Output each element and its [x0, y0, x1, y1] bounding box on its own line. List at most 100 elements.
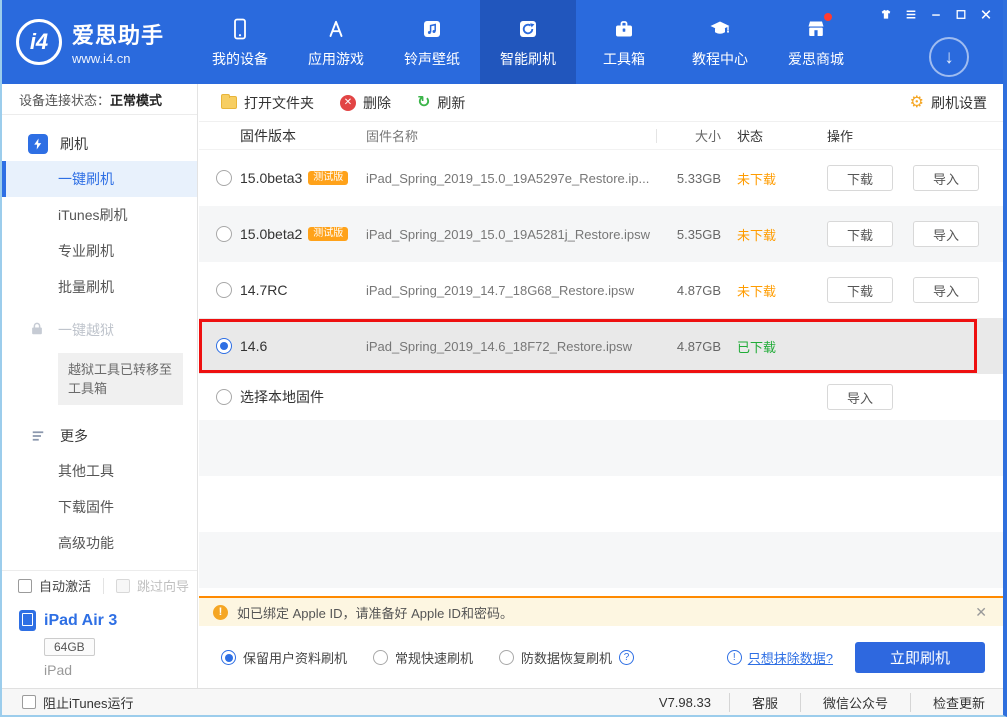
jailbreak-note: 越狱工具已转移至 工具箱	[58, 353, 183, 405]
empty-list-area	[199, 420, 1003, 596]
flash-device-icon	[28, 134, 48, 154]
connection-status-label: 设备连接状态：	[19, 92, 111, 108]
warning-icon: !	[213, 604, 228, 620]
firmware-radio[interactable]	[216, 170, 232, 186]
local-firmware-radio[interactable]	[216, 389, 232, 405]
download-button[interactable]: 下载	[827, 221, 893, 247]
notice-close-icon[interactable]: ✕	[973, 604, 989, 621]
col-operation: 操作	[827, 129, 854, 144]
import-button[interactable]: 导入	[913, 277, 979, 303]
firmware-status: 未下载	[737, 171, 777, 187]
notice-text: 如已绑定 Apple ID，请准备好 Apple ID和密码。	[237, 605, 513, 621]
radio-dot	[221, 649, 236, 665]
nav-apps-games[interactable]: 应用游戏	[288, 0, 384, 84]
apple-id-notice: ! 如已绑定 Apple ID，请准备好 Apple ID和密码。 ✕	[199, 596, 1003, 626]
refresh-icon: ↻	[417, 93, 431, 111]
help-icon[interactable]: ?	[619, 649, 635, 665]
download-arrow-icon: ↓	[944, 46, 954, 68]
sidebar-menu: 刷机 一键刷机 iTunes刷机 专业刷机 批量刷机 一键越狱 越狱工具已转移至…	[2, 115, 197, 570]
device-capacity-badge: 64GB	[44, 638, 95, 656]
menu-icon[interactable]	[902, 6, 920, 22]
local-firmware-row[interactable]: 选择本地固件 导入	[199, 374, 1003, 420]
maximize-icon[interactable]	[952, 6, 970, 22]
import-button[interactable]: 导入	[913, 165, 979, 191]
app-logo: i4 爱思助手 www.i4.cn	[2, 0, 192, 84]
sidebar-item-other-tools[interactable]: 其他工具	[2, 453, 197, 489]
flash-settings-label: 刷机设置	[931, 94, 987, 111]
block-itunes-checkbox[interactable]	[22, 695, 36, 709]
nav-ringtones-wallpapers[interactable]: 铃声壁纸	[384, 0, 480, 84]
firmware-radio[interactable]	[216, 226, 232, 242]
flash-now-button[interactable]: 立即刷机	[855, 641, 985, 673]
firmware-radio-selected[interactable]	[216, 338, 232, 354]
smart-flash-icon	[515, 16, 541, 42]
col-firmware-name: 固件名称	[366, 129, 419, 144]
i4-logo-icon: i4	[16, 19, 62, 65]
sidebar-item-pro-flash[interactable]: 专业刷机	[2, 233, 197, 269]
close-icon[interactable]	[977, 6, 995, 22]
nav-i4-mall[interactable]: 爱思商城	[768, 0, 864, 84]
flash-options-bar: 保留用户资料刷机 常规快速刷机 防数据恢复刷机 ? ! 只想抹除数据? 立即刷机	[199, 626, 1003, 688]
minimize-icon[interactable]	[927, 6, 945, 22]
local-firmware-label: 选择本地固件	[240, 389, 324, 405]
download-button[interactable]: 下载	[827, 165, 893, 191]
sidebar-item-advanced-features[interactable]: 高级功能	[2, 525, 197, 561]
brand-name: 爱思助手	[72, 23, 165, 48]
radio-regular-fast-flash[interactable]: 常规快速刷机	[373, 648, 473, 667]
device-model: iPad	[44, 662, 73, 678]
nav-toolbox[interactable]: 工具箱	[576, 0, 672, 84]
delete-button[interactable]: ✕ 删除	[340, 93, 391, 113]
firmware-name: iPad_Spring_2019_15.0_19A5281j_Restore.i…	[366, 226, 651, 242]
sidebar-section-flash[interactable]: 刷机	[2, 127, 197, 161]
radio-anti-recovery-flash[interactable]: 防数据恢复刷机 ?	[499, 648, 635, 667]
skip-wizard-checkbox[interactable]	[116, 578, 131, 593]
sidebar-item-batch-flash[interactable]: 批量刷机	[2, 269, 197, 305]
beta-badge: 测试版	[308, 227, 349, 241]
erase-data-link[interactable]: ! 只想抹除数据?	[726, 648, 833, 667]
auto-activate-label: 自动激活	[39, 579, 92, 594]
sidebar-item-one-click-flash[interactable]: 一键刷机	[2, 161, 197, 197]
download-button[interactable]: 下载	[827, 277, 893, 303]
logo-mark-text: i4	[29, 29, 49, 54]
import-button[interactable]: 导入	[827, 384, 893, 410]
firmware-row[interactable]: 14.7RC iPad_Spring_2019_14.7_18G68_Resto…	[199, 262, 1003, 318]
nav-label: 工具箱	[603, 50, 645, 67]
nav-label: 教程中心	[692, 50, 748, 67]
firmware-size: 4.87GB	[676, 338, 721, 354]
firmware-row[interactable]: 15.0beta2 测试版 iPad_Spring_2019_15.0_19A52…	[199, 206, 1003, 262]
customer-service-link[interactable]: 客服	[728, 692, 800, 712]
refresh-button[interactable]: ↻ 刷新	[417, 93, 465, 113]
download-manager-button[interactable]: ↓	[929, 37, 969, 77]
firmware-radio[interactable]	[216, 282, 232, 298]
wechat-official-link[interactable]: 微信公众号	[799, 692, 910, 712]
lock-icon	[28, 320, 46, 341]
sidebar-section-label: 刷机	[60, 136, 88, 152]
divider	[103, 577, 105, 594]
import-button[interactable]: 导入	[913, 221, 979, 247]
nav-smart-flash[interactable]: 智能刷机	[480, 0, 576, 84]
nav-tutorial-center[interactable]: 教程中心	[672, 0, 768, 84]
radio-keep-user-data[interactable]: 保留用户资料刷机	[221, 648, 347, 667]
col-status: 状态	[737, 129, 764, 144]
open-folder-button[interactable]: 打开文件夹	[221, 93, 314, 113]
more-icon	[28, 426, 48, 446]
nav-my-devices[interactable]: 我的设备	[192, 0, 288, 84]
check-update-link[interactable]: 检查更新	[909, 692, 989, 712]
sidebar-item-itunes-flash[interactable]: iTunes刷机	[2, 197, 197, 233]
window-controls	[877, 6, 995, 22]
firmware-version: 15.0beta2	[240, 226, 303, 242]
main-nav: 我的设备 应用游戏 铃声壁纸 智能刷机 工具箱 教程中心 爱思商城	[192, 0, 864, 84]
jailbreak-note-line2: 工具箱	[68, 381, 108, 396]
firmware-row[interactable]: 15.0beta3 测试版 iPad_Spring_2019_15.0_19A52…	[199, 150, 1003, 206]
block-itunes-label: 阻止iTunes运行	[43, 695, 134, 711]
auto-activate-checkbox[interactable]	[18, 578, 32, 593]
jailbreak-note-line1: 越狱工具已转移至	[68, 362, 173, 377]
sidebar-section-label: 一键越狱	[58, 322, 114, 338]
firmware-size: 5.33GB	[676, 170, 721, 186]
sidebar-section-more[interactable]: 更多	[2, 419, 197, 453]
sidebar-section-jailbreak[interactable]: 一键越狱	[2, 313, 197, 347]
sidebar-item-download-firmware[interactable]: 下载固件	[2, 489, 197, 525]
flash-settings-button[interactable]: ⚙ 刷机设置	[910, 93, 987, 113]
skin-icon[interactable]	[877, 6, 895, 22]
firmware-row-selected[interactable]: 14.6 iPad_Spring_2019_14.6_18F72_Restore…	[199, 318, 1003, 374]
